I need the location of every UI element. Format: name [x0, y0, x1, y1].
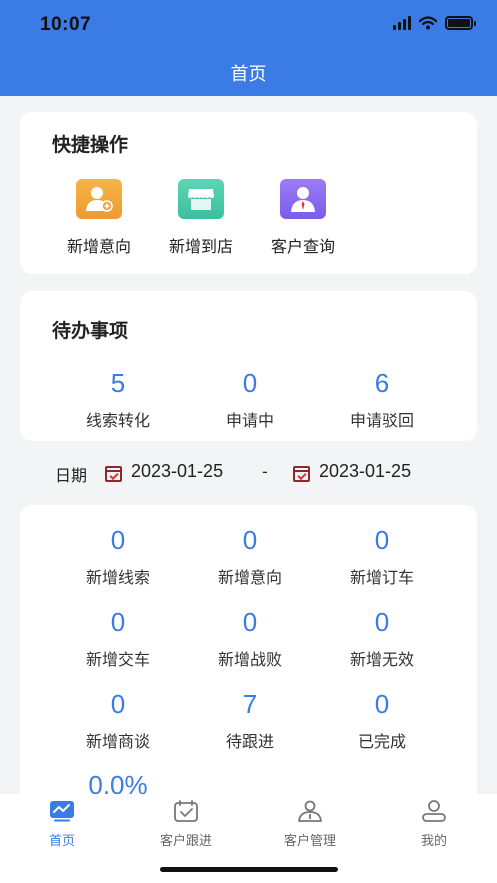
stat-pending-followup[interactable]: 7 待跟进 [190, 689, 310, 752]
stat-value: 0 [110, 525, 126, 555]
stat-new-defeats[interactable]: 0 新增战败 [190, 607, 310, 670]
stat-new-intent[interactable]: 0 新增意向 [190, 525, 310, 588]
todo-lead-conversion[interactable]: 5 线索转化 [58, 368, 178, 431]
stat-label: 新增意向 [217, 568, 282, 587]
stat-label: 新增交车 [85, 650, 150, 669]
tab-label: 客户管理 [283, 834, 336, 849]
date-separator: - [262, 462, 268, 481]
stat-label: 新增无效 [349, 650, 414, 669]
todo-title: 待办事项 [52, 320, 129, 342]
stat-label: 新增线索 [85, 568, 150, 587]
stat-label: 新增战败 [217, 650, 282, 669]
app-header: 10:07 首页 [0, 0, 497, 96]
stat-value: 5 [110, 368, 126, 398]
stat-new-leads[interactable]: 0 新增线索 [58, 525, 178, 588]
profile-icon [422, 800, 446, 822]
stat-value: 7 [242, 689, 258, 719]
status-icons [393, 16, 476, 30]
tab-label: 首页 [48, 834, 75, 849]
stats-card: 0 新增线索 0 新增意向 0 新增订车 0 新增交车 0 新增战败 0 新增无… [20, 505, 477, 825]
quick-action-add-intent[interactable]: 新增意向 [54, 179, 144, 257]
quick-action-label: 新增到店 [168, 237, 233, 256]
todo-card: 待办事项 5 线索转化 0 申请中 6 申请驳回 [20, 291, 477, 441]
tab-home[interactable]: 首页 [2, 800, 122, 849]
quick-action-customer-search[interactable]: 客户查询 [258, 179, 348, 257]
stat-value: 0 [242, 368, 258, 398]
stat-value: 0 [110, 607, 126, 637]
tab-label: 客户跟进 [159, 834, 212, 849]
quick-action-label: 新增意向 [66, 237, 131, 256]
status-time: 10:07 [40, 14, 92, 35]
wifi-icon [419, 16, 437, 30]
stat-label: 待跟进 [225, 732, 274, 751]
stat-new-orders[interactable]: 0 新增订车 [322, 525, 442, 588]
tab-profile[interactable]: 我的 [374, 800, 494, 849]
stat-label: 新增商谈 [85, 732, 150, 751]
stat-label: 申请驳回 [349, 411, 414, 430]
stat-label: 申请中 [225, 411, 274, 430]
quick-actions-card: 快捷操作 新增意向 新增到店 客户查询 [20, 112, 477, 274]
signal-icon [393, 16, 411, 30]
todo-rejected[interactable]: 6 申请驳回 [322, 368, 442, 431]
page-title: 首页 [230, 64, 267, 85]
stat-label: 线索转化 [85, 411, 150, 430]
stat-value: 0 [374, 689, 390, 719]
stat-value: 0 [374, 525, 390, 555]
stat-new-invalid[interactable]: 0 新增无效 [322, 607, 442, 670]
stat-label: 已完成 [357, 732, 406, 751]
start-date[interactable]: 2023-01-25 [131, 461, 223, 482]
add-user-icon [76, 179, 122, 219]
calendar-icon[interactable] [105, 466, 122, 482]
battery-icon [445, 16, 476, 30]
quick-action-label: 客户查询 [270, 237, 335, 256]
home-indicator[interactable] [160, 867, 338, 872]
stat-completed[interactable]: 0 已完成 [322, 689, 442, 752]
date-filter: 日期 2023-01-25 - 2023-01-25 [55, 461, 455, 486]
stat-value: 6 [374, 368, 390, 398]
stat-value: 0 [110, 689, 126, 719]
customer-manage-icon [298, 800, 322, 822]
stat-new-deliveries[interactable]: 0 新增交车 [58, 607, 178, 670]
home-chart-icon [50, 801, 74, 822]
quick-action-add-store-visit[interactable]: 新增到店 [156, 179, 246, 257]
calendar-icon[interactable] [293, 466, 310, 482]
stat-label: 新增订车 [349, 568, 414, 587]
stat-value: 0 [242, 607, 258, 637]
end-date[interactable]: 2023-01-25 [319, 461, 411, 482]
tab-customer-followup[interactable]: 客户跟进 [126, 800, 246, 849]
calendar-check-icon [174, 800, 198, 822]
customer-search-icon [280, 179, 326, 219]
stat-value: 0 [242, 525, 258, 555]
date-label: 日期 [55, 466, 88, 485]
stat-new-negotiations[interactable]: 0 新增商谈 [58, 689, 178, 752]
stat-value: 0 [374, 607, 390, 637]
quick-actions-title: 快捷操作 [52, 134, 129, 156]
todo-applying[interactable]: 0 申请中 [190, 368, 310, 431]
store-icon [178, 179, 224, 219]
tab-customer-management[interactable]: 客户管理 [250, 800, 370, 849]
tab-label: 我的 [420, 834, 447, 849]
